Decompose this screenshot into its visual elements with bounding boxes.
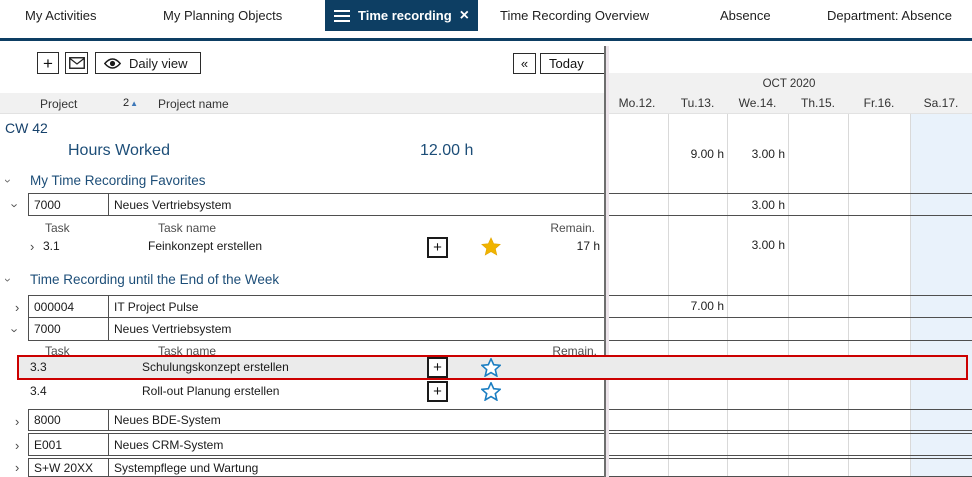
chevron-right-icon[interactable]: › (30, 240, 34, 253)
daily-view-button[interactable]: Daily view (95, 52, 201, 74)
tab-my-activities[interactable]: My Activities (25, 8, 97, 23)
day-header-we: We.14. (727, 96, 788, 110)
task-id[interactable]: 3.4 (30, 384, 47, 398)
day-header-tu: Tu.13. (668, 96, 727, 110)
task-column-header: Task (45, 221, 70, 235)
project-row-favorites-7000[interactable]: 7000 Neues Vertriebsystem (28, 193, 606, 216)
chevron-right-icon[interactable]: › (15, 415, 19, 428)
calendar-header: OCT 2020 Mo.12. Tu.13. We.14. Th.15. Fr.… (606, 73, 972, 114)
project-hours-tu[interactable]: 7.00 h (667, 299, 724, 313)
close-icon[interactable]: × (454, 8, 469, 24)
project-name: Neues CRM-System (109, 434, 605, 455)
tab-my-planning-objects[interactable]: My Planning Objects (163, 8, 282, 23)
favorite-star-filled-icon[interactable] (481, 237, 501, 256)
project-row-8000[interactable]: 8000 Neues BDE-System (28, 409, 606, 431)
day-header-fr: Fr.16. (848, 96, 910, 110)
chevron-down-icon[interactable]: › (9, 203, 22, 207)
project-name: IT Project Pulse (109, 296, 605, 317)
tab-absence[interactable]: Absence (720, 8, 771, 23)
hours-worked-label: Hours Worked (68, 142, 170, 160)
grid-row-favorites-7000 (606, 193, 972, 216)
eye-icon (104, 58, 121, 69)
project-columns-header (0, 93, 605, 114)
previous-period-button[interactable]: « (513, 53, 536, 74)
project-name: Neues Vertriebsystem (109, 194, 605, 215)
tab-bar-underline (0, 38, 972, 41)
menu-icon[interactable] (334, 10, 350, 22)
project-row-e001[interactable]: E001 Neues CRM-System (28, 433, 606, 456)
project-id: 000004 (29, 296, 109, 317)
day-header-mo: Mo.12. (606, 96, 668, 110)
panel-splitter-shadow (606, 46, 609, 477)
sort-order-number: 2 (123, 97, 129, 109)
favorite-star-outline-icon[interactable] (481, 382, 501, 401)
task-id[interactable]: 3.1 (43, 239, 60, 253)
grid-row-e001 (606, 433, 972, 456)
chevron-down-icon[interactable]: › (9, 328, 22, 332)
section-title-week: Time Recording until the End of the Week (30, 272, 279, 287)
project-hours-we[interactable]: 3.00 h (728, 198, 785, 212)
add-button[interactable]: + (37, 52, 59, 74)
task-hours-we[interactable]: 3.00 h (728, 238, 785, 252)
task-remaining-hours: 17 h (540, 239, 600, 253)
sort-ascending-icon: ▲ (130, 99, 138, 108)
day-headers: Mo.12. Tu.13. We.14. Th.15. Fr.16. Sa.17… (606, 96, 972, 110)
project-row-7000[interactable]: 7000 Neues Vertriebsystem (28, 317, 606, 341)
column-header-project: Project (40, 97, 77, 111)
project-row-000004[interactable]: 000004 IT Project Pulse (28, 295, 606, 318)
project-name: Neues BDE-System (109, 410, 605, 430)
task-name[interactable]: Feinkonzept erstellen (148, 239, 262, 253)
remaining-column-header: Remain. (500, 221, 595, 235)
task-name-column-header: Task name (158, 221, 216, 235)
calendar-week-label: CW 42 (5, 120, 48, 136)
project-id: S+W 20XX (29, 459, 109, 476)
column-header-project-name: Project name (158, 97, 229, 111)
add-time-entry-button[interactable]: + (427, 237, 448, 258)
mail-icon (69, 57, 85, 69)
project-name: Neues Vertriebsystem (109, 318, 605, 340)
favorite-star-outline-icon[interactable] (481, 358, 501, 377)
grid-row-8000 (606, 409, 972, 431)
project-id: E001 (29, 434, 109, 455)
project-row-sw20xx[interactable]: S+W 20XX Systempflege und Wartung (28, 458, 606, 477)
daily-view-label: Daily view (129, 56, 188, 71)
section-title-favorites: My Time Recording Favorites (30, 173, 206, 188)
month-label: OCT 2020 (606, 78, 972, 90)
chevron-right-icon[interactable]: › (15, 301, 19, 314)
today-button[interactable]: Today (540, 53, 606, 74)
project-id: 8000 (29, 410, 109, 430)
chevron-down-icon[interactable]: › (2, 278, 14, 282)
project-name: Systempflege und Wartung (109, 459, 605, 476)
chevron-down-icon[interactable]: › (2, 179, 14, 183)
grid-row-000004 (606, 295, 972, 318)
hours-worked-we: 3.00 h (728, 147, 785, 161)
tab-label: Time recording (358, 8, 452, 23)
day-header-th: Th.15. (788, 96, 848, 110)
grid-row-sw20xx (606, 458, 972, 477)
tab-time-recording-overview[interactable]: Time Recording Overview (500, 8, 649, 23)
time-recording-app: My Activities My Planning Objects Time r… (0, 0, 972, 477)
task-name[interactable]: Schulungskonzept erstellen (142, 360, 289, 374)
mail-button[interactable] (65, 52, 88, 74)
add-time-entry-button[interactable]: + (427, 357, 448, 378)
project-id: 7000 (29, 194, 109, 215)
sort-indicator[interactable]: 2 ▲ (123, 97, 138, 109)
chevron-right-icon[interactable]: › (15, 439, 19, 452)
tab-time-recording[interactable]: Time recording × (325, 0, 478, 31)
grid-row-7000 (606, 317, 972, 341)
add-time-entry-button[interactable]: + (427, 381, 448, 402)
hours-worked-total: 12.00 h (420, 142, 473, 160)
day-header-sa: Sa.17. (910, 96, 972, 110)
tab-department-absence[interactable]: Department: Absence (827, 8, 952, 23)
chevron-right-icon[interactable]: › (15, 461, 19, 474)
hours-worked-tu: 9.00 h (667, 147, 724, 161)
task-name[interactable]: Roll-out Planung erstellen (142, 384, 279, 398)
project-id: 7000 (29, 318, 109, 340)
task-id[interactable]: 3.3 (30, 360, 47, 374)
